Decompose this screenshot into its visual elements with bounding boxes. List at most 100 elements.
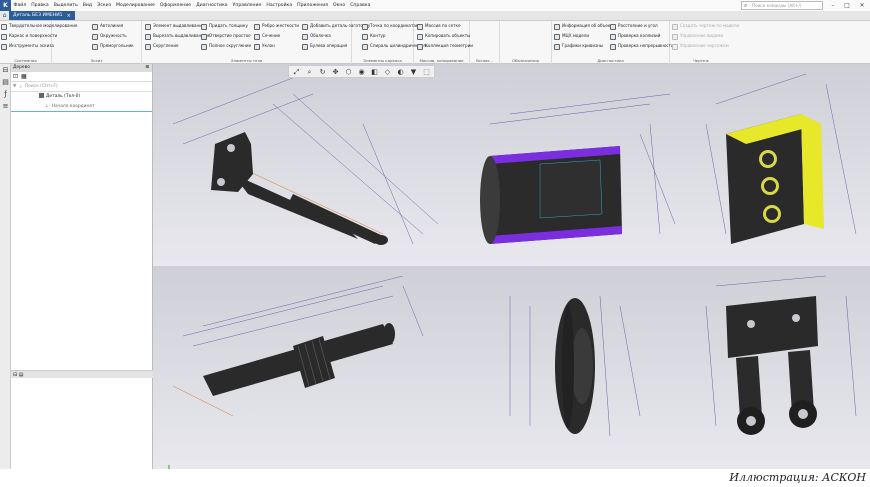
panel-toggle-icon[interactable]: ⊟ ▤ [13,372,24,378]
ribbon-group-label: Элементы тела [230,58,263,63]
rectangle-button[interactable]: Прямоугольник [92,42,134,51]
ribbon-group-label: Чертеж [693,58,709,63]
tree-panel-title: Дерево ⊞ [11,64,152,72]
ribbon-group-label: Вспом... [476,58,493,63]
menu-file[interactable]: Файл [11,3,29,8]
views-manager-button[interactable]: Управление видами [672,32,723,41]
home-icon[interactable]: ⌂ [0,11,9,20]
menu-select[interactable]: Выделить [51,3,80,8]
ribbon-group-drawing: Создать чертеж по модели Управление вида… [670,21,739,64]
close-icon[interactable]: ✕ [855,1,869,10]
curvature-plots-button[interactable]: Графики кривизны [554,42,603,51]
create-drawing-button[interactable]: Создать чертеж по модели [672,22,739,31]
close-icon[interactable]: × [67,13,71,19]
menu-manage[interactable]: Управление [230,3,264,8]
3d-viewport[interactable]: ⤢ ⌕ ↻ ✥ ⬡ ◉ ◧ ◇ ◐ ▼ ⬚ [153,64,870,469]
menu-view[interactable]: Вид [80,3,94,8]
model-view-sectioned-cylinder[interactable] [450,64,696,266]
layers-icon[interactable]: ≡ [0,100,11,112]
maximize-icon[interactable]: □ [840,1,854,10]
fillet-button[interactable]: Скругление [145,42,179,51]
menu-diagnostics[interactable]: Диагностика [194,3,230,8]
model-view-flange[interactable] [450,266,696,469]
zoom-fit-icon[interactable]: ⤢ [291,67,302,77]
model-view-bracket[interactable] [696,266,870,469]
ribbon-group-body: Элемент выдавливания Вырезать выдавливан… [142,21,370,64]
filter-icon[interactable]: ▼ [13,84,16,89]
flange-model [509,295,641,437]
object-info-button[interactable]: Информация об объекте [554,22,615,31]
menu-help[interactable]: Справка [348,3,373,8]
copy-objects-button[interactable]: Копировать объекты [417,32,470,41]
ribbon-group-label: Эскиз [90,58,103,63]
rotate-icon[interactable]: ↻ [317,67,328,77]
draft-angle-button[interactable]: Уклон [254,42,275,51]
model-tree-panel: Дерево ⊞ ⊡ ▦ ▼ ⌕ Поиск (Ctrl+F) Деталь (… [11,64,153,469]
pan-icon[interactable]: ✥ [330,67,341,77]
tree-item-root[interactable]: Деталь (Тел-0) [11,92,152,102]
autoline-button[interactable]: Автолиния [92,22,123,31]
grid-array-button[interactable]: Массив по сетке [417,22,461,31]
section-view-icon[interactable]: ◧ [369,67,380,77]
distance-angle-button[interactable]: Расстояние и угол [610,22,658,31]
boolean-button[interactable]: Булева операция [302,42,347,51]
pin-icon[interactable]: ⊞ [145,64,149,72]
tree-view-icon[interactable]: ▦ [21,73,27,80]
menu-apps[interactable]: Приложения [295,3,331,8]
display-style-icon[interactable]: ◉ [356,67,367,77]
hide-show-icon[interactable]: ◐ [395,67,406,77]
section-button[interactable]: Сечение [254,32,280,41]
shaft-fork-model [172,73,439,245]
tree-search-input[interactable]: ▼ ⌕ Поиск (Ctrl+F) [11,82,152,92]
thicken-button[interactable]: Придать толщину [201,22,248,31]
document-tab[interactable]: Деталь БЕЗ ИМЕНИ1 × [9,11,75,20]
simple-hole-button[interactable]: Отверстие простое [201,32,251,41]
ribbon-group-label: Элементы каркаса [363,58,402,63]
menu-window[interactable]: Окно [330,3,347,8]
menu-edit[interactable]: Правка [29,3,51,8]
collision-check-button[interactable]: Проверка коллизий [610,32,660,41]
orientation-icon[interactable]: ⬡ [343,67,354,77]
full-round-button[interactable]: Полное скругление [201,42,251,51]
tree-item-origin[interactable]: ⊥· Начало координат [11,102,152,112]
selection-icon[interactable]: ⬚ [421,67,432,77]
shell-button[interactable]: Оболочка [302,32,331,41]
menu-design[interactable]: Оформление [157,3,193,8]
properties-icon[interactable]: ▤ [0,76,11,88]
geometry-collection-button[interactable]: Коллекция геометрии [417,42,473,51]
model-view-housing[interactable] [696,64,870,266]
cut-extrude-button[interactable]: Вырезать выдавливанием [145,32,209,41]
command-search-input[interactable]: ⌕ Поиск команды (Alt+/) [741,1,823,10]
document-tab-bar: ⌂ Деталь БЕЗ ИМЕНИ1 × [0,11,870,21]
ribbon-group-sketch: Автолиния Окружность Прямоугольник Эскиз [52,21,142,64]
sketch-tools-button[interactable]: Инструменты эскиза [1,42,54,51]
menu-modeling[interactable]: Моделирование [114,3,158,8]
ribbon-group-label: Обозначения [512,58,539,63]
view-toolbar: ⤢ ⌕ ↻ ✥ ⬡ ◉ ◧ ◇ ◐ ▼ ⬚ [288,65,435,78]
menu-settings[interactable]: Настройка [264,3,295,8]
filter-icon[interactable]: ▼ [408,67,419,77]
drawing-manager-button[interactable]: Управление чертежом [672,42,729,51]
minimize-icon[interactable]: – [826,1,840,10]
ribbon-group-label: Системная [14,58,37,63]
point-by-coords-button[interactable]: Точка по координатам [362,22,419,31]
wireframe-surfaces-button[interactable]: Каркас и поверхности [1,32,57,41]
menu-sketch[interactable]: Эскиз [95,3,114,8]
ribbon-group-frame: Точка по координатам Контур Спираль цили… [352,21,430,64]
mass-properties-button[interactable]: МЦХ модели [554,32,589,41]
contour-button[interactable]: Контур [362,32,386,41]
tree-panel-icon[interactable]: ⊟ [0,64,11,76]
circle-button[interactable]: Окружность [92,32,127,41]
zoom-icon[interactable]: ⌕ [304,67,315,77]
rib-button[interactable]: Ребро жесткости [254,22,299,31]
ribbon-group-array: Массив по сетке Копировать объекты Колле… [414,21,473,64]
perspective-icon[interactable]: ◇ [382,67,393,77]
model-view-gear-shaft[interactable] [153,266,450,469]
tree-mode-icon[interactable]: ⊡ [13,73,18,80]
model-view-shaft-fork[interactable] [153,64,450,266]
variables-icon[interactable]: ƒ [0,88,11,100]
continuity-check-button[interactable]: Проверка непрерывности [610,42,674,51]
extrude-button[interactable]: Элемент выдавливания [145,22,204,31]
ribbon-group-label: Диагностика [597,58,624,63]
app-window: K Файл Правка Выделить Вид Эскиз Моделир… [0,0,870,469]
